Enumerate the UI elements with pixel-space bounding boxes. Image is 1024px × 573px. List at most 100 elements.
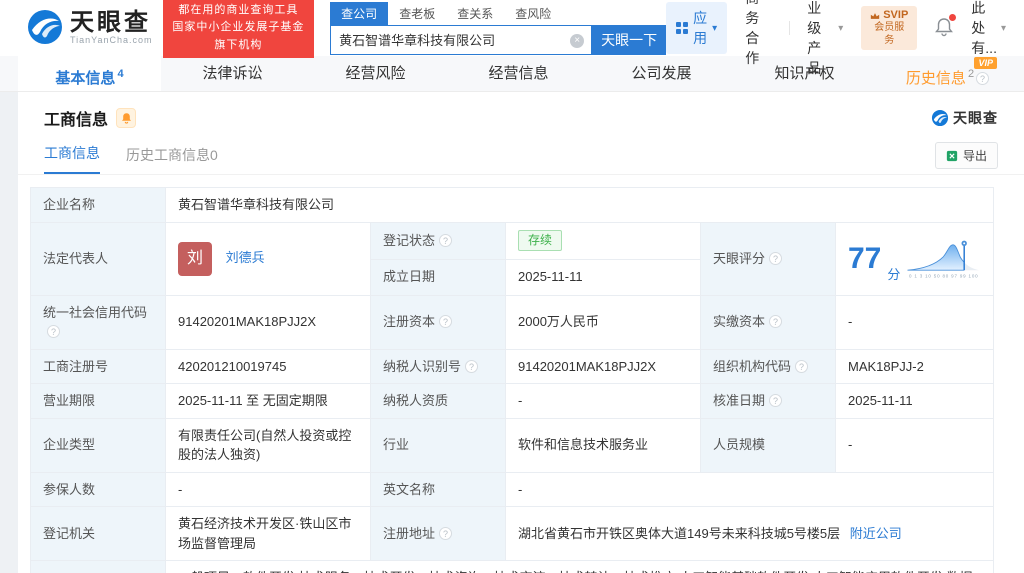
help-icon[interactable]: ? <box>439 526 453 540</box>
field-label: 注册资本? <box>370 294 506 350</box>
svip-label-top: SVIP <box>883 8 909 21</box>
score-value: 77 <box>848 241 882 275</box>
tab-basic-info[interactable]: 基本信息 4 <box>18 56 161 91</box>
nav-cooperation[interactable]: 商务合作 <box>745 0 771 68</box>
approval-date-value: 2025-11-11 <box>835 383 994 419</box>
chevron-down-icon: ▾ <box>712 22 718 34</box>
tab-legal-proceedings[interactable]: 法律诉讼 <box>161 56 304 91</box>
brand-slogan: 都在用的商业查询工具 国家中小企业发展子基金旗下机构 <box>162 0 315 58</box>
field-label: 组织机构代码? <box>700 348 836 384</box>
score-axis-labels: 0 1 3 10 50 80 97 99 100 <box>909 273 978 278</box>
slogan-line2: 国家中小企业发展子基金旗下机构 <box>172 21 305 51</box>
status-badge: 存续 <box>518 230 563 252</box>
org-code-value: MAK18PJJ-2 <box>835 348 994 384</box>
search-tabs: 查公司 查老板 查关系 查风险 <box>330 1 666 25</box>
field-label: 注册地址? <box>370 506 506 561</box>
chevron-down-icon: ▾ <box>1000 22 1006 34</box>
field-label: 登记机关 <box>30 506 166 561</box>
field-label: 纳税人识别号? <box>370 348 506 384</box>
help-icon[interactable]: ? <box>47 325 60 338</box>
legal-rep-avatar[interactable]: 刘 <box>178 241 212 276</box>
nav-enterprise[interactable]: 企业级产品 ▾ <box>807 0 843 78</box>
field-label: 行业 <box>370 417 506 473</box>
reg-status-label: 登记状态 <box>383 232 436 248</box>
search-input[interactable] <box>331 25 592 54</box>
watermark-text: 天眼查 <box>953 110 998 126</box>
tianyancha-logo-icon <box>26 8 64 49</box>
legal-rep-link[interactable]: 刘德兵 <box>226 250 265 265</box>
search-tab-relation[interactable]: 查关系 <box>446 2 504 25</box>
top-header: 天眼查 TianYanCha.com 都在用的商业查询工具 国家中小企业发展子基… <box>0 0 1024 76</box>
search-button[interactable]: 天眼一下 <box>592 24 667 55</box>
reg-address-label: 注册地址 <box>383 525 436 541</box>
svip-member-button[interactable]: SVIP 会员服务 <box>861 5 918 51</box>
tab-operation-risk[interactable]: 经营风险 <box>304 56 447 91</box>
chevron-down-icon: ▾ <box>838 22 844 34</box>
help-icon[interactable]: ? <box>439 233 453 247</box>
business-info-card: 工商信息 天眼查 工商信息 历史工商信息0 导出 企业名称 黄石智谱华章科技有限… <box>18 92 1024 573</box>
table-row: 企业名称 黄石智谱华章科技有限公司 <box>30 187 994 223</box>
user-menu[interactable]: 此处有... ▾ <box>971 0 1006 58</box>
english-name-value: - <box>505 471 994 507</box>
business-scope-value: 一般项目：软件开发;技术服务、技术开发、技术咨询、技术交流、技术转让、技术推广;… <box>165 560 994 573</box>
header-nav: 应用 ▾ 商务合作 企业级产品 ▾ SVIP 会员服务 此处有... ▾ <box>666 0 1024 78</box>
export-button[interactable]: 导出 <box>934 142 998 169</box>
field-label: 实缴资本? <box>700 294 836 350</box>
staff-size-value: - <box>835 417 994 473</box>
establish-date-value: 2025-11-11 <box>505 258 701 296</box>
score-label: 天眼评分 <box>713 250 766 266</box>
tab-operation-info[interactable]: 经营信息 <box>447 56 590 91</box>
section-title: 工商信息 <box>44 112 109 129</box>
field-label: 工商注册号 <box>30 348 166 384</box>
excel-icon <box>946 150 958 161</box>
tianyancha-logo-icon <box>931 109 949 127</box>
company-name-value: 黄石智谱华章科技有限公司 <box>165 187 994 223</box>
watermark-logo: 天眼查 <box>931 108 998 128</box>
search-tab-company[interactable]: 查公司 <box>330 1 389 25</box>
field-label: 登记状态? <box>370 221 506 260</box>
taxpayer-quality-value: - <box>505 383 701 419</box>
field-label: 参保人数 <box>30 471 166 507</box>
subtab-business-info[interactable]: 工商信息 <box>44 143 100 174</box>
help-icon[interactable]: ? <box>769 394 783 407</box>
search-tab-risk[interactable]: 查风险 <box>504 2 562 25</box>
export-label: 导出 <box>962 149 987 163</box>
search-tab-boss[interactable]: 查老板 <box>388 2 446 25</box>
score-unit: 分 <box>887 267 901 282</box>
notification-dot <box>949 13 957 21</box>
help-icon[interactable]: ? <box>439 315 453 329</box>
help-icon[interactable]: ? <box>465 359 479 373</box>
nearby-companies-link[interactable]: 附近公司 <box>850 526 902 541</box>
field-label: 企业名称 <box>30 187 166 223</box>
apps-label: 应用 <box>693 10 708 46</box>
field-label: 经营范围? <box>30 560 166 573</box>
paid-capital-label: 实缴资本 <box>713 314 766 330</box>
tianyan-score-cell: 77 分 0 1 3 10 50 80 97 99 100 <box>835 221 994 296</box>
field-label: 核准日期? <box>700 383 836 419</box>
nav-cooperation-label: 商务合作 <box>745 0 760 66</box>
tianyancha-logo[interactable]: 天眼查 TianYanCha.com <box>26 8 153 49</box>
tab-count: 4 <box>117 68 124 80</box>
score-distribution-chart: 0 1 3 10 50 80 97 99 100 <box>907 240 980 278</box>
logo-name: 天眼查 <box>70 9 151 36</box>
business-info-table: 企业名称 黄石智谱华章科技有限公司 法定代表人 刘 刘德兵 登记状态? 存续 天… <box>30 187 994 573</box>
field-label: 人员规模 <box>700 417 836 473</box>
business-term-value: 2025-11-11 至 无固定期限 <box>165 383 371 419</box>
nav-enterprise-label: 企业级产品 <box>807 0 822 76</box>
subtab-history-business-info[interactable]: 历史工商信息0 <box>126 145 218 174</box>
clear-search-icon[interactable]: × <box>570 33 585 48</box>
apps-menu[interactable]: 应用 ▾ <box>666 2 728 54</box>
credit-code-value: 91420201MAK18PJJ2X <box>165 294 371 350</box>
approval-date-label: 核准日期 <box>713 393 766 408</box>
help-icon[interactable]: ? <box>769 251 783 265</box>
field-label: 法定代表人 <box>30 221 166 296</box>
logo-domain: TianYanCha.com <box>70 35 153 45</box>
reg-status-cell: 存续 <box>505 221 701 260</box>
help-icon[interactable]: ? <box>769 315 783 329</box>
notification-bell-icon[interactable] <box>935 13 957 40</box>
field-label: 天眼评分? <box>700 221 836 296</box>
help-icon[interactable]: ? <box>795 359 809 373</box>
subscribe-bell-icon[interactable] <box>116 108 137 128</box>
svip-label-bottom: 会员服务 <box>874 22 905 46</box>
reg-address-value: 湖北省黄石市开铁区奥体大道149号未来科技城5号楼5层 <box>518 525 841 541</box>
